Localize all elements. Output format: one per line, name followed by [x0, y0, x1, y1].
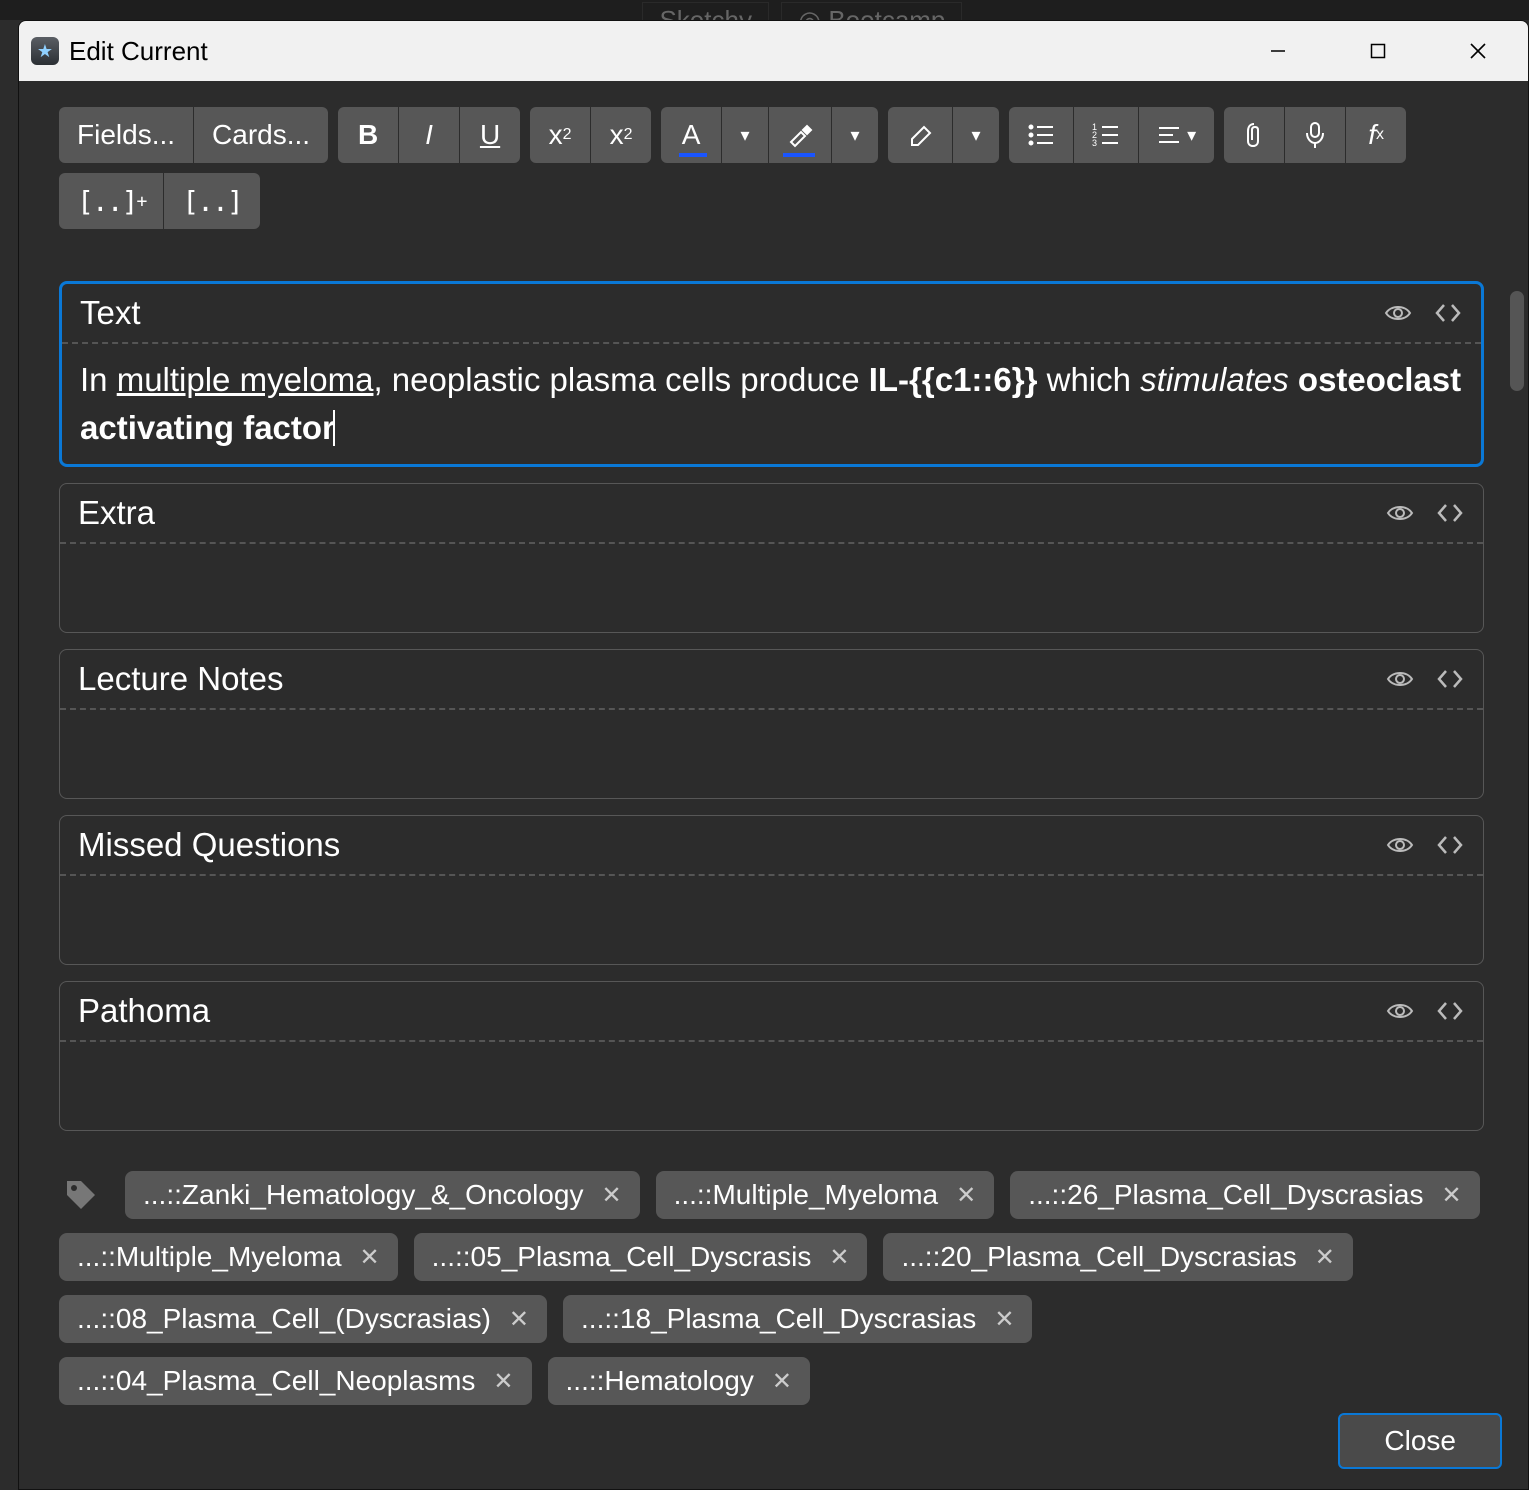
tag-remove-icon[interactable]: ✕ — [772, 1367, 792, 1396]
app-icon: ★ — [31, 37, 59, 65]
cloze-button[interactable]: [..] — [164, 173, 259, 229]
superscript-button[interactable]: x2 — [530, 107, 590, 163]
tag-remove-icon[interactable]: ✕ — [493, 1367, 513, 1396]
html-view-icon[interactable] — [1435, 664, 1465, 694]
tag-chip[interactable]: ...::04_Plasma_Cell_Neoplasms ✕ — [59, 1357, 532, 1405]
microphone-button[interactable] — [1285, 107, 1345, 163]
field-label: Lecture Notes — [78, 660, 1385, 698]
field-content-editable[interactable] — [60, 1042, 1483, 1130]
tag-chip[interactable]: ...::26_Plasma_Cell_Dyscrasias ✕ — [1010, 1171, 1479, 1219]
field-block-lecture-notes: Lecture Notes — [59, 649, 1484, 799]
tag-remove-icon[interactable]: ✕ — [1442, 1181, 1462, 1210]
html-view-icon[interactable] — [1433, 298, 1463, 328]
tag-label: ...::20_Plasma_Cell_Dyscrasias — [901, 1241, 1296, 1273]
tag-remove-icon[interactable]: ✕ — [994, 1305, 1014, 1334]
maximize-button[interactable] — [1328, 21, 1428, 81]
cloze-add-button[interactable]: [..]+ — [59, 173, 163, 229]
attachment-button[interactable] — [1224, 107, 1284, 163]
fields-scroll-area[interactable]: Text In multiple myeloma, neoplastic plas… — [19, 281, 1528, 1151]
tag-label: ...::18_Plasma_Cell_Dyscrasias — [581, 1303, 976, 1335]
tag-chip[interactable]: ...::20_Plasma_Cell_Dyscrasias ✕ — [883, 1233, 1352, 1281]
tag-label: ...::Multiple_Myeloma — [674, 1179, 939, 1211]
scrollbar-thumb[interactable] — [1510, 291, 1524, 391]
field-header: Missed Questions — [60, 816, 1483, 876]
tag-chip[interactable]: ...::Zanki_Hematology_&_Oncology ✕ — [125, 1171, 640, 1219]
toolbar-row-2: [..]+ [..] — [19, 163, 1528, 249]
tag-chip[interactable]: ...::Multiple_Myeloma ✕ — [59, 1233, 398, 1281]
close-window-button[interactable] — [1428, 21, 1528, 81]
svg-text:3: 3 — [1092, 138, 1097, 148]
tag-label: ...::04_Plasma_Cell_Neoplasms — [77, 1365, 475, 1397]
background-strip: Sketchy ◎ Bootcamp — [0, 0, 1529, 20]
tag-chip[interactable]: ...::08_Plasma_Cell_(Dyscrasias) ✕ — [59, 1295, 547, 1343]
html-view-icon[interactable] — [1435, 996, 1465, 1026]
tag-label: ...::05_Plasma_Cell_Dyscrasis — [432, 1241, 812, 1273]
toggle-visibility-icon[interactable] — [1385, 996, 1415, 1026]
tag-remove-icon[interactable]: ✕ — [601, 1181, 621, 1210]
edit-window: ★ Edit Current Fields... Cards... B I U … — [18, 20, 1529, 1490]
field-label: Missed Questions — [78, 826, 1385, 864]
field-block-text: Text In multiple myeloma, neoplastic plas… — [59, 281, 1484, 467]
italic-button[interactable]: I — [399, 107, 459, 163]
field-header: Text — [62, 284, 1481, 344]
bold-button[interactable]: B — [338, 107, 398, 163]
window-title: Edit Current — [69, 36, 208, 67]
field-content-editable[interactable] — [60, 876, 1483, 964]
close-button[interactable]: Close — [1338, 1413, 1502, 1469]
tag-label: ...::Hematology — [566, 1365, 754, 1397]
field-content-editable[interactable] — [60, 710, 1483, 798]
text-color-dropdown[interactable]: ▾ — [722, 107, 768, 163]
tag-chip[interactable]: ...::05_Plasma_Cell_Dyscrasis ✕ — [414, 1233, 868, 1281]
field-block-missed-questions: Missed Questions — [59, 815, 1484, 965]
toggle-visibility-icon[interactable] — [1385, 498, 1415, 528]
tags-area: ...::Zanki_Hematology_&_Oncology✕...::Mu… — [19, 1161, 1528, 1405]
bullet-list-button[interactable] — [1009, 107, 1073, 163]
field-block-extra: Extra — [59, 483, 1484, 633]
tag-remove-icon[interactable]: ✕ — [509, 1305, 529, 1334]
field-header: Pathoma — [60, 982, 1483, 1042]
text-color-button[interactable]: A — [661, 107, 721, 163]
field-label: Pathoma — [78, 992, 1385, 1030]
field-content-editable[interactable]: In multiple myeloma, neoplastic plasma c… — [62, 344, 1481, 464]
tag-remove-icon[interactable]: ✕ — [829, 1243, 849, 1272]
field-header: Lecture Notes — [60, 650, 1483, 710]
tag-chip[interactable]: ...::18_Plasma_Cell_Dyscrasias ✕ — [563, 1295, 1032, 1343]
toggle-visibility-icon[interactable] — [1385, 664, 1415, 694]
tag-label: ...::Zanki_Hematology_&_Oncology — [143, 1179, 583, 1211]
tag-chip[interactable]: ...::Hematology ✕ — [548, 1357, 810, 1405]
tag-remove-icon[interactable]: ✕ — [360, 1243, 380, 1272]
footer: Close — [1338, 1413, 1502, 1469]
toggle-visibility-icon[interactable] — [1385, 830, 1415, 860]
clear-formatting-dropdown[interactable]: ▾ — [953, 107, 999, 163]
field-block-pathoma: Pathoma — [59, 981, 1484, 1131]
clear-formatting-button[interactable] — [888, 107, 952, 163]
fields-button[interactable]: Fields... — [59, 107, 193, 163]
field-label: Text — [80, 294, 1383, 332]
toolbar: Fields... Cards... B I U x2 x2 A ▾ ▾ ▾ — [19, 81, 1528, 163]
tag-remove-icon[interactable]: ✕ — [956, 1181, 976, 1210]
equation-button[interactable]: fx — [1346, 107, 1406, 163]
tag-label: ...::26_Plasma_Cell_Dyscrasias — [1028, 1179, 1423, 1211]
highlight-button[interactable] — [769, 107, 831, 163]
field-content-editable[interactable] — [60, 544, 1483, 632]
titlebar: ★ Edit Current — [19, 21, 1528, 81]
alignment-button[interactable]: ▾ — [1139, 107, 1214, 163]
tag-chip[interactable]: ...::Multiple_Myeloma ✕ — [656, 1171, 995, 1219]
tag-label: ...::Multiple_Myeloma — [77, 1241, 342, 1273]
html-view-icon[interactable] — [1435, 498, 1465, 528]
toggle-visibility-icon[interactable] — [1383, 298, 1413, 328]
field-label: Extra — [78, 494, 1385, 532]
tag-icon — [59, 1173, 103, 1217]
minimize-button[interactable] — [1228, 21, 1328, 81]
highlight-dropdown[interactable]: ▾ — [832, 107, 878, 163]
underline-button[interactable]: U — [460, 107, 520, 163]
cards-button[interactable]: Cards... — [194, 107, 328, 163]
tag-remove-icon[interactable]: ✕ — [1315, 1243, 1335, 1272]
tag-label: ...::08_Plasma_Cell_(Dyscrasias) — [77, 1303, 491, 1335]
numbered-list-button[interactable]: 123 — [1074, 107, 1138, 163]
field-header: Extra — [60, 484, 1483, 544]
subscript-button[interactable]: x2 — [591, 107, 651, 163]
html-view-icon[interactable] — [1435, 830, 1465, 860]
